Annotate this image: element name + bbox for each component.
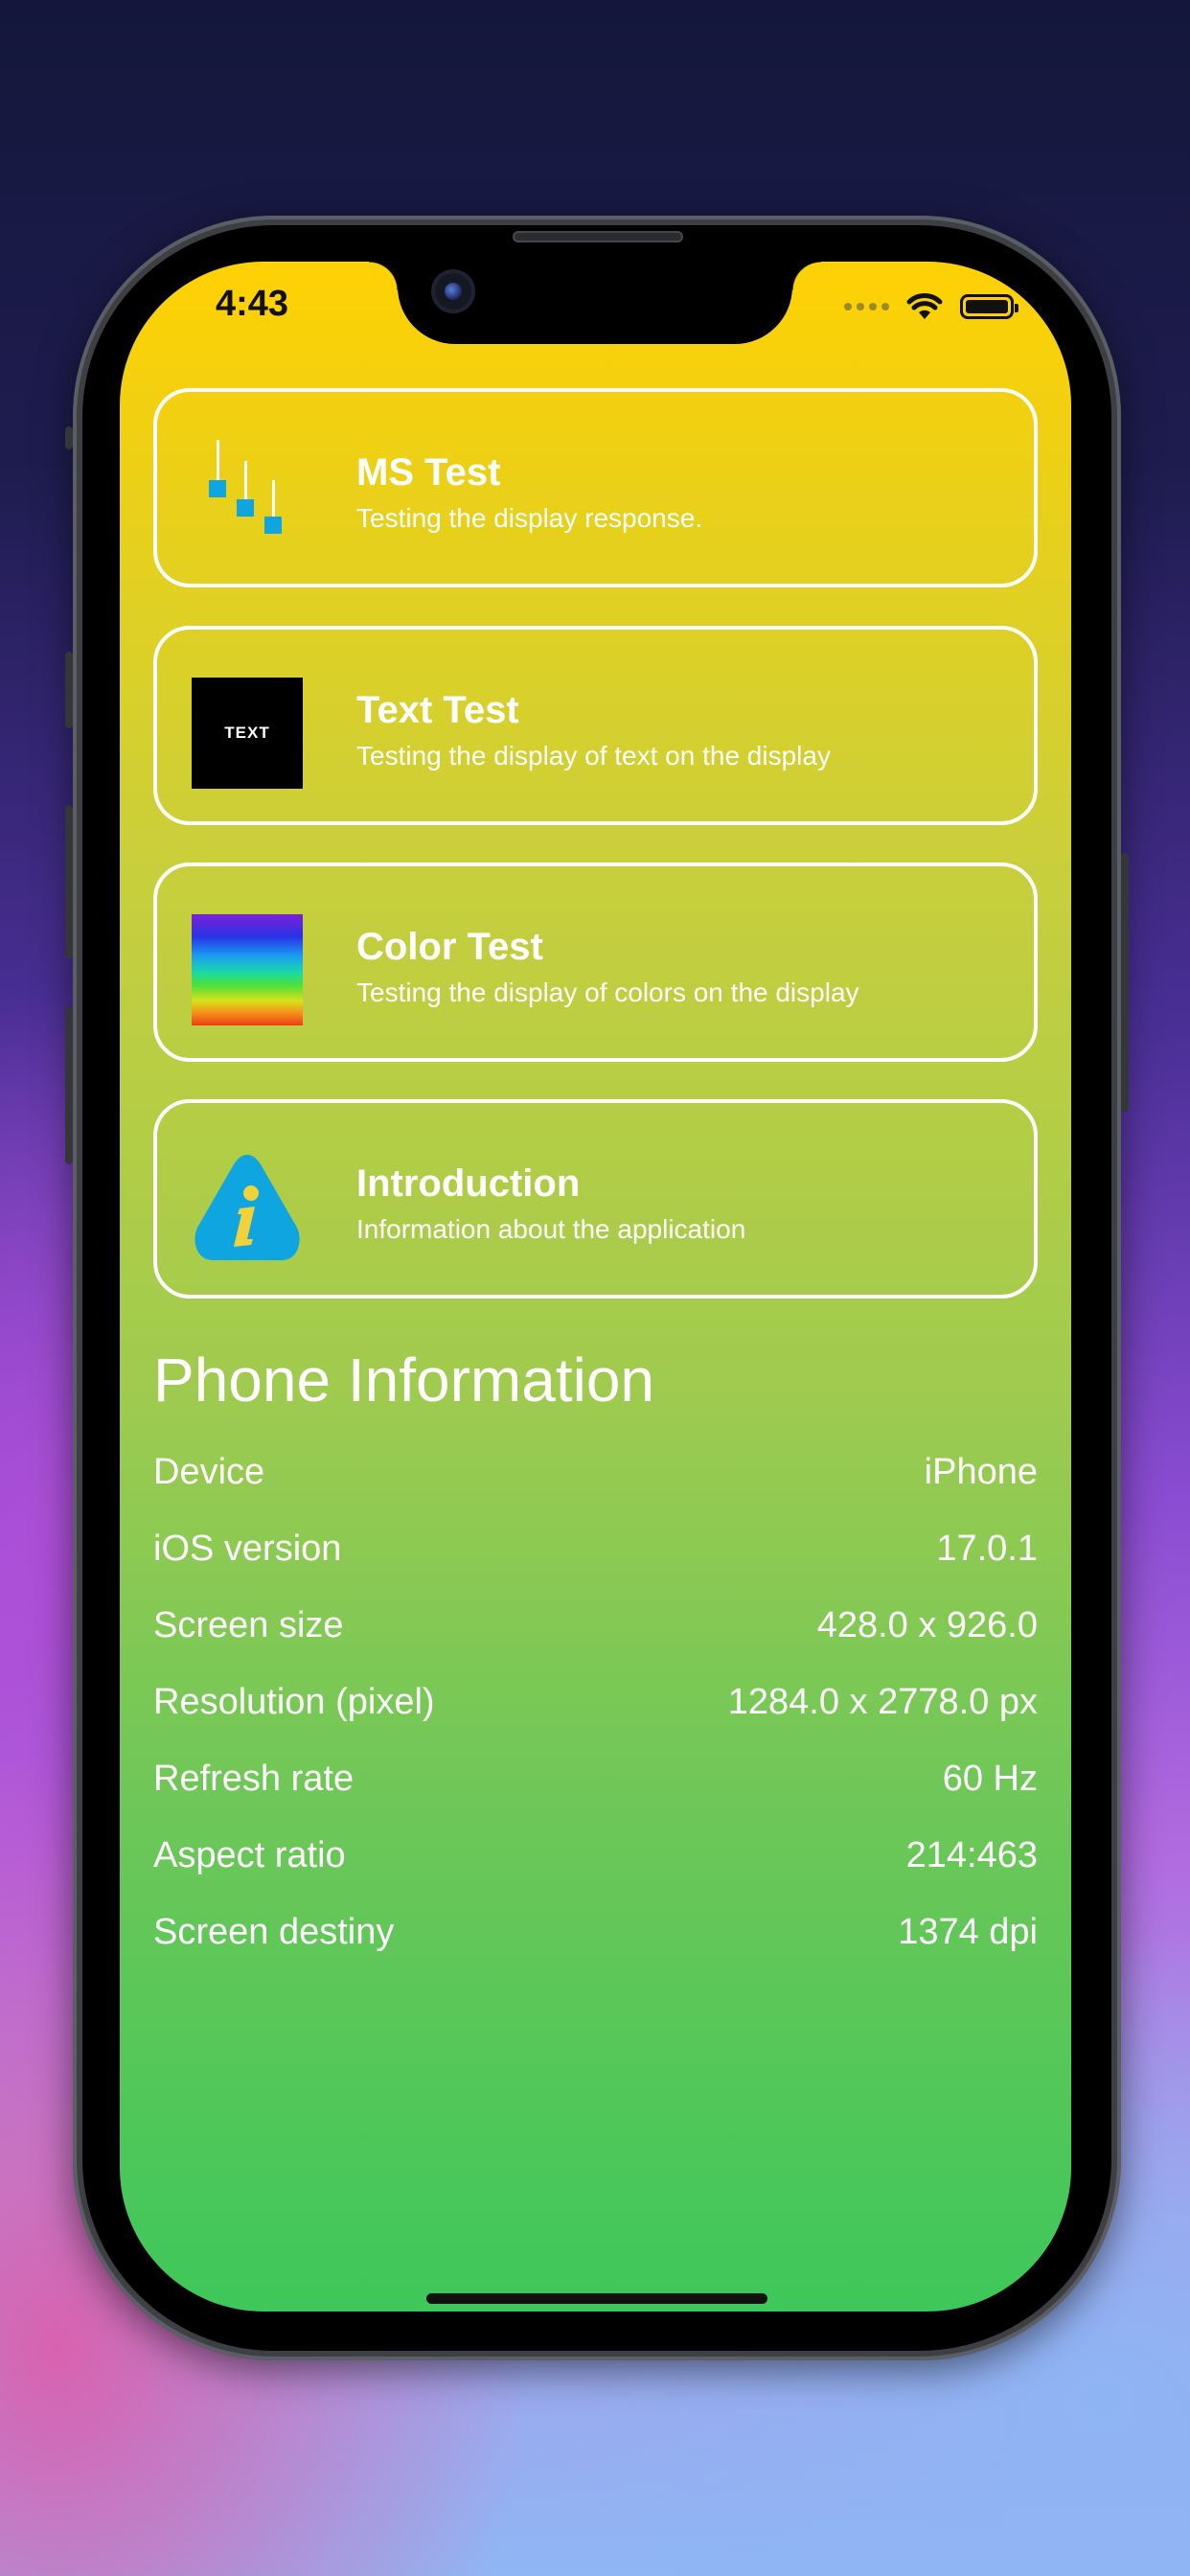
info-value: 214:463 xyxy=(905,1835,1038,1875)
info-label: Screen destiny xyxy=(153,1912,395,1952)
info-label: Screen size xyxy=(153,1605,344,1645)
info-row-resolution: Resolution (pixel) 1284.0 x 2778.0 px xyxy=(153,1682,1038,1730)
introduction-card[interactable]: Introduction Information about the appli… xyxy=(153,1099,1038,1299)
card-title: Color Test xyxy=(356,926,543,968)
info-value: 1374 dpi xyxy=(898,1912,1038,1952)
info-value: iPhone xyxy=(924,1452,1038,1492)
info-value: 17.0.1 xyxy=(936,1529,1038,1569)
info-row-ios-version: iOS version 17.0.1 xyxy=(153,1529,1038,1576)
info-row-screen-size: Screen size 428.0 x 926.0 xyxy=(153,1605,1038,1653)
info-label: Refresh rate xyxy=(153,1759,355,1799)
ms-test-card[interactable]: MS Test Testing the display response. xyxy=(153,388,1038,587)
phone-side-button xyxy=(65,1006,73,1164)
phone-side-button xyxy=(65,652,73,728)
card-subtitle: Testing the display of colors on the dis… xyxy=(356,978,859,1007)
info-value: 1284.0 x 2778.0 px xyxy=(727,1682,1038,1722)
wifi-icon xyxy=(906,293,943,319)
ms-test-icon xyxy=(209,440,282,534)
card-title: MS Test xyxy=(356,451,501,494)
color-test-icon xyxy=(192,914,303,1025)
phone-side-button xyxy=(65,805,73,958)
info-icon xyxy=(195,1155,300,1260)
card-subtitle: Testing the display response. xyxy=(356,503,703,533)
info-row-device: Device iPhone xyxy=(153,1452,1038,1500)
status-time: 4:43 xyxy=(216,284,289,324)
phone-info-title: Phone Information xyxy=(153,1346,654,1414)
app-screen: 4:43 MS Test Testing the display respons… xyxy=(120,262,1071,2312)
home-indicator[interactable] xyxy=(426,2293,767,2304)
info-row-screen-density: Screen destiny 1374 dpi xyxy=(153,1912,1038,1960)
text-test-icon: TEXT xyxy=(192,678,303,789)
card-title: Text Test xyxy=(356,689,519,731)
phone-power-button xyxy=(1121,853,1129,1112)
earpiece-speaker xyxy=(513,231,683,242)
info-label: Device xyxy=(153,1452,265,1492)
card-title: Introduction xyxy=(356,1162,581,1205)
info-label: iOS version xyxy=(153,1529,342,1569)
info-value: 60 Hz xyxy=(942,1759,1038,1799)
info-label: Aspect ratio xyxy=(153,1835,346,1875)
status-icons xyxy=(844,293,1018,320)
cellular-signal-icon xyxy=(844,303,889,310)
text-test-card[interactable]: TEXT Text Test Testing the display of te… xyxy=(153,626,1038,825)
phone-side-button xyxy=(65,426,73,449)
battery-icon xyxy=(960,294,1018,319)
card-subtitle: Information about the application xyxy=(356,1214,746,1244)
front-camera xyxy=(431,269,475,313)
info-label: Resolution (pixel) xyxy=(153,1682,435,1722)
card-subtitle: Testing the display of text on the displ… xyxy=(356,741,831,770)
info-row-aspect-ratio: Aspect ratio 214:463 xyxy=(153,1835,1038,1883)
info-row-refresh-rate: Refresh rate 60 Hz xyxy=(153,1759,1038,1806)
info-value: 428.0 x 926.0 xyxy=(816,1605,1038,1645)
color-test-card[interactable]: Color Test Testing the display of colors… xyxy=(153,862,1038,1062)
